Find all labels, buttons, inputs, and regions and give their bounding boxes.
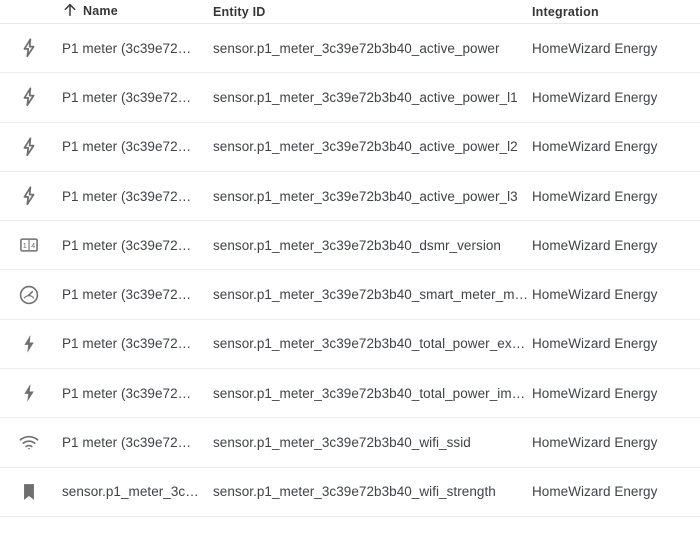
cell-name: P1 meter (3c39e72… xyxy=(58,435,213,450)
integration-label: HomeWizard Energy xyxy=(532,385,658,401)
table-row[interactable]: P1 meter (3c39e72… sensor.p1_meter_3c39e7… xyxy=(0,319,700,370)
cell-entity-id: sensor.p1_meter_3c39e72b3b40_active_powe… xyxy=(213,139,532,154)
cell-name: P1 meter (3c39e72… xyxy=(58,41,213,56)
column-header-integration[interactable]: Integration xyxy=(532,5,700,19)
integration-label: HomeWizard Energy xyxy=(532,89,658,105)
cell-integration: HomeWizard Energy xyxy=(532,386,700,401)
cell-integration: HomeWizard Energy xyxy=(532,484,700,499)
entity-id-label: sensor.p1_meter_3c39e72b3b40_active_powe… xyxy=(213,40,500,56)
cell-name: P1 meter (3c39e72… xyxy=(58,386,213,401)
cell-entity-id: sensor.p1_meter_3c39e72b3b40_smart_meter… xyxy=(213,287,532,302)
cell-entity-id: sensor.p1_meter_3c39e72b3b40_total_power… xyxy=(213,386,532,401)
bookmark-icon xyxy=(0,481,58,503)
cell-integration: HomeWizard Energy xyxy=(532,189,700,204)
table-body: P1 meter (3c39e72… sensor.p1_meter_3c39e7… xyxy=(0,24,700,517)
entity-name-label: P1 meter (3c39e72… xyxy=(62,89,192,105)
cell-entity-id: sensor.p1_meter_3c39e72b3b40_dsmr_versio… xyxy=(213,238,532,253)
table-row[interactable]: P1 meter (3c39e72… sensor.p1_meter_3c39e7… xyxy=(0,369,700,419)
wifi-icon xyxy=(0,432,58,454)
cell-integration: HomeWizard Energy xyxy=(532,238,700,253)
lightning-bolt-outline-icon xyxy=(0,185,58,207)
integration-label: HomeWizard Energy xyxy=(532,40,658,56)
entity-id-label: sensor.p1_meter_3c39e72b3b40_dsmr_versio… xyxy=(213,237,501,253)
entities-table: Name Entity ID Integration P1 meter (3c3… xyxy=(0,0,700,533)
table-row[interactable]: P1 meter (3c39e72… sensor.p1_meter_3c39e7… xyxy=(0,171,700,222)
column-header-entity-id[interactable]: Entity ID xyxy=(213,5,532,19)
column-header-name-label: Name xyxy=(83,4,118,18)
cell-name: P1 meter (3c39e72… xyxy=(58,139,213,154)
table-row[interactable]: P1 meter (3c39e72… sensor.p1_meter_3c39e7… xyxy=(0,73,700,123)
entity-name-label: P1 meter (3c39e72… xyxy=(62,287,192,303)
entity-id-label: sensor.p1_meter_3c39e72b3b40_wifi_ssid xyxy=(213,435,471,451)
cell-entity-id: sensor.p1_meter_3c39e72b3b40_total_power… xyxy=(213,336,532,351)
table-header-row: Name Entity ID Integration xyxy=(0,0,700,24)
lightning-bolt-outline-icon xyxy=(0,86,58,108)
cell-integration: HomeWizard Energy xyxy=(532,435,700,450)
cell-entity-id: sensor.p1_meter_3c39e72b3b40_active_powe… xyxy=(213,41,532,56)
column-header-integration-label: Integration xyxy=(532,5,599,19)
entity-name-label: P1 meter (3c39e72… xyxy=(62,385,192,401)
table-row[interactable]: P1 meter (3c39e72… sensor.p1_meter_3c39e7… xyxy=(0,122,700,172)
cell-name: P1 meter (3c39e72… xyxy=(58,336,213,351)
integration-label: HomeWizard Energy xyxy=(532,188,658,204)
entity-id-label: sensor.p1_meter_3c39e72b3b40_smart_meter… xyxy=(213,287,532,303)
lightning-bolt-filled-icon xyxy=(0,333,58,355)
entity-name-label: sensor.p1_meter_3c… xyxy=(62,484,199,500)
cell-entity-id: sensor.p1_meter_3c39e72b3b40_active_powe… xyxy=(213,189,532,204)
lightning-bolt-filled-icon xyxy=(0,382,58,404)
column-header-name[interactable]: Name xyxy=(58,3,213,19)
column-header-entity-id-label: Entity ID xyxy=(213,5,266,19)
integration-label: HomeWizard Energy xyxy=(532,287,658,303)
integration-label: HomeWizard Energy xyxy=(532,336,658,352)
arrow-up-icon xyxy=(62,3,78,18)
entity-id-label: sensor.p1_meter_3c39e72b3b40_active_powe… xyxy=(213,139,518,155)
cell-integration: HomeWizard Energy xyxy=(532,90,700,105)
cell-integration: HomeWizard Energy xyxy=(532,139,700,154)
entity-name-label: P1 meter (3c39e72… xyxy=(62,435,192,451)
entity-id-label: sensor.p1_meter_3c39e72b3b40_active_powe… xyxy=(213,188,518,204)
integration-label: HomeWizard Energy xyxy=(532,435,658,451)
cell-name: P1 meter (3c39e72… xyxy=(58,238,213,253)
table-row[interactable]: P1 meter (3c39e72… sensor.p1_meter_3c39e7… xyxy=(0,270,700,320)
table-row[interactable]: sensor.p1_meter_3c… sensor.p1_meter_3c39e… xyxy=(0,467,700,517)
lightning-bolt-outline-icon xyxy=(0,136,58,158)
cell-name: P1 meter (3c39e72… xyxy=(58,189,213,204)
cell-entity-id: sensor.p1_meter_3c39e72b3b40_wifi_ssid xyxy=(213,435,532,450)
cell-name: P1 meter (3c39e72… xyxy=(58,287,213,302)
entity-name-label: P1 meter (3c39e72… xyxy=(62,188,192,204)
svg-text:4: 4 xyxy=(31,241,35,250)
table-row[interactable]: P1 meter (3c39e72… sensor.p1_meter_3c39e7… xyxy=(0,24,700,74)
gauge-icon xyxy=(0,284,58,306)
integration-label: HomeWizard Energy xyxy=(532,237,658,253)
entity-name-label: P1 meter (3c39e72… xyxy=(62,336,192,352)
entity-id-label: sensor.p1_meter_3c39e72b3b40_active_powe… xyxy=(213,89,518,105)
entity-name-label: P1 meter (3c39e72… xyxy=(62,237,192,253)
cell-integration: HomeWizard Energy xyxy=(532,41,700,56)
cell-integration: HomeWizard Energy xyxy=(532,336,700,351)
entity-name-label: P1 meter (3c39e72… xyxy=(62,40,192,56)
cell-name: P1 meter (3c39e72… xyxy=(58,90,213,105)
counter-icon: 14 xyxy=(0,234,58,256)
integration-label: HomeWizard Energy xyxy=(532,139,658,155)
entity-name-label: P1 meter (3c39e72… xyxy=(62,139,192,155)
table-row[interactable]: P1 meter (3c39e72… sensor.p1_meter_3c39e7… xyxy=(0,418,700,468)
entity-id-label: sensor.p1_meter_3c39e72b3b40_total_power… xyxy=(213,385,532,401)
entity-id-label: sensor.p1_meter_3c39e72b3b40_wifi_streng… xyxy=(213,484,496,500)
cell-entity-id: sensor.p1_meter_3c39e72b3b40_active_powe… xyxy=(213,90,532,105)
lightning-bolt-outline-icon xyxy=(0,37,58,59)
integration-label: HomeWizard Energy xyxy=(532,484,658,500)
table-row[interactable]: 1 4 P1 meter (3c39e72… sensor.p1_meter_3c39… xyxy=(0,221,700,271)
entity-id-label: sensor.p1_meter_3c39e72b3b40_total_power… xyxy=(213,336,532,352)
cell-entity-id: sensor.p1_meter_3c39e72b3b40_wifi_streng… xyxy=(213,484,532,499)
cell-integration: HomeWizard Energy xyxy=(532,287,700,302)
svg-text:1: 1 xyxy=(23,241,27,250)
cell-name: sensor.p1_meter_3c… xyxy=(58,484,213,499)
